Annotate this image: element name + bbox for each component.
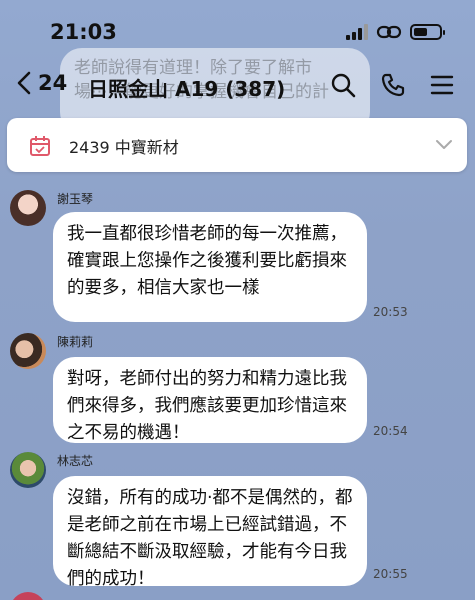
- avatar[interactable]: [10, 333, 46, 369]
- chevron-down-icon[interactable]: [435, 138, 453, 150]
- message-bubble[interactable]: 我一直都很珍惜老師的每一次推薦，確實跟上您操作之後獲利要比虧損來的要多，相信大家…: [53, 212, 367, 322]
- announcement-banner[interactable]: 2439 中寶新材: [7, 118, 467, 172]
- sender-name: 陳莉莉: [57, 335, 94, 349]
- unread-count: 24: [38, 71, 68, 95]
- sender-name: 林志芯: [57, 454, 94, 468]
- chat-header: 24 日照金山 A19 (387): [0, 60, 475, 112]
- signal-icon: [346, 24, 368, 40]
- sender-name: 謝玉琴: [57, 192, 94, 206]
- phone-icon[interactable]: [380, 72, 406, 98]
- message-time: 20:53: [373, 305, 408, 319]
- message-bubble[interactable]: 沒錯，所有的成功·都不是偶然的，都是老師之前在市場上已經試錯過，不斷總結不斷汲取…: [53, 476, 367, 589]
- message-time: 20:55: [373, 567, 408, 581]
- message-bubble[interactable]: 對呀，老師付出的努力和精力遠比我們來得多，我們應該要更加珍惜這來之不易的機遇！: [53, 357, 367, 443]
- chevron-left-icon: [17, 71, 31, 95]
- status-bar: 21:03: [0, 0, 475, 60]
- room-title[interactable]: 日照金山 A19 (387): [88, 73, 285, 102]
- link-icon: [376, 25, 402, 39]
- status-time: 21:03: [50, 20, 117, 44]
- search-icon[interactable]: [330, 72, 356, 98]
- battery-icon: [410, 24, 445, 40]
- avatar[interactable]: [10, 452, 46, 488]
- calendar-icon: [30, 136, 50, 156]
- announcement-text: 2439 中寶新材: [69, 138, 179, 157]
- avatar[interactable]: [10, 190, 46, 226]
- message-time: 20:54: [373, 424, 408, 438]
- back-button[interactable]: 24: [14, 70, 67, 96]
- menu-icon[interactable]: [430, 72, 454, 98]
